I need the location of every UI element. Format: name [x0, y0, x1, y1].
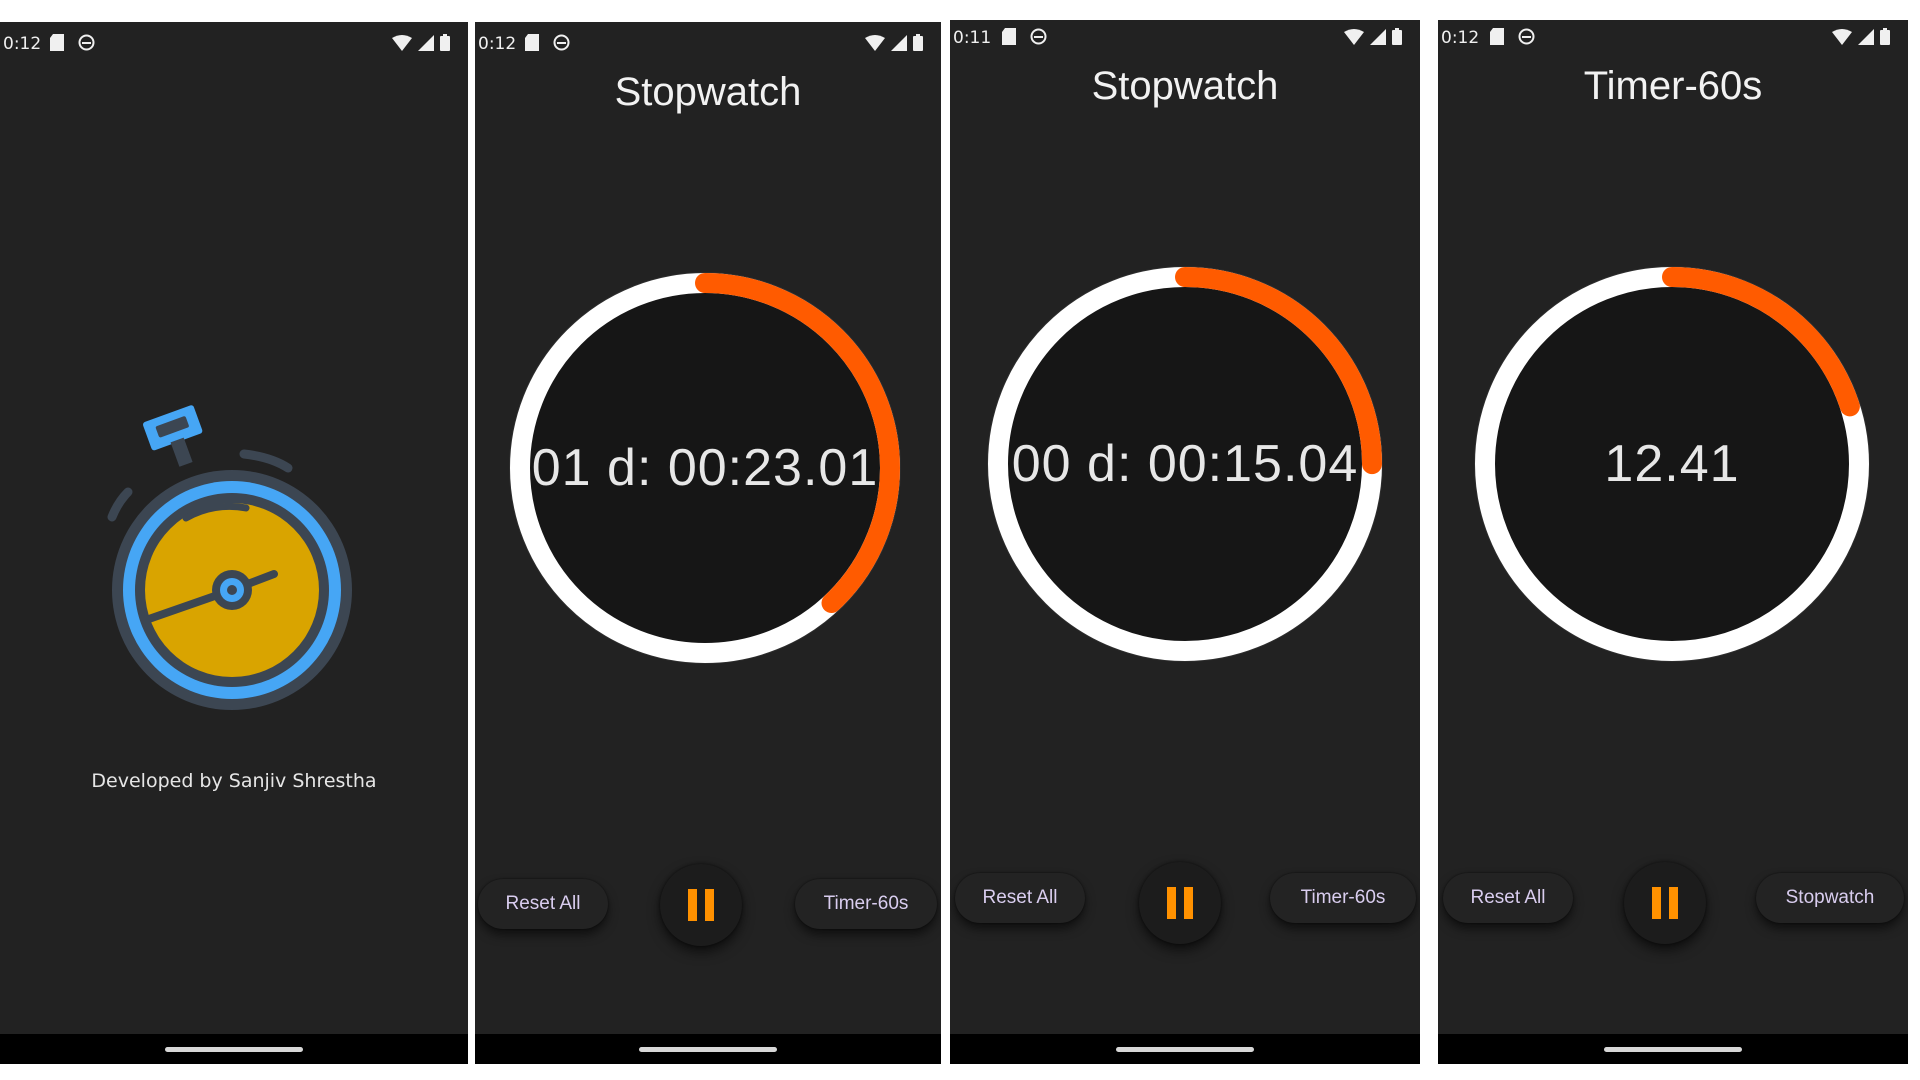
- signal-icon: [1370, 28, 1386, 45]
- app-notification-icon: [553, 34, 570, 51]
- status-bar: 0:12: [475, 22, 941, 62]
- time-dial: 00 d: 00:15.04: [983, 262, 1387, 666]
- pause-button[interactable]: [1624, 862, 1706, 944]
- signal-icon: [418, 34, 434, 51]
- pause-icon: [1652, 887, 1678, 919]
- status-bar: 0:12: [1438, 20, 1908, 60]
- sd-card-icon: [525, 34, 539, 51]
- time-dial: 01 d: 00:23.01: [505, 268, 905, 668]
- navigation-bar: [0, 1034, 468, 1064]
- timer-60s-button[interactable]: Timer-60s: [1270, 873, 1416, 923]
- battery-icon: [440, 34, 450, 51]
- battery-icon: [913, 34, 923, 51]
- status-time: 0:11: [953, 28, 992, 48]
- time-display: 12.41: [1604, 435, 1740, 493]
- app-notification-icon: [1030, 28, 1047, 45]
- home-indicator[interactable]: [639, 1047, 777, 1052]
- stopwatch-screen-2: 0:11 Stopwatch 00 d: 00:15.04 Reset All …: [950, 20, 1420, 1064]
- wifi-icon: [1832, 28, 1852, 45]
- status-time: 0:12: [1441, 28, 1480, 48]
- page-title: Stopwatch: [1091, 64, 1279, 108]
- battery-icon: [1392, 28, 1402, 45]
- home-indicator[interactable]: [1116, 1047, 1254, 1052]
- sd-card-icon: [1490, 28, 1504, 45]
- status-time: 0:12: [3, 34, 42, 54]
- timer-screen: 0:12 Timer-60s 12.41 Reset All Stopwatch: [1438, 20, 1908, 1064]
- sd-card-icon: [1002, 28, 1016, 45]
- time-display: 00 d: 00:15.04: [1011, 435, 1359, 493]
- reset-all-button[interactable]: Reset All: [478, 879, 608, 929]
- status-time: 0:12: [478, 34, 517, 54]
- pause-icon: [1167, 887, 1193, 919]
- wifi-icon: [392, 34, 412, 51]
- time-dial: 12.41: [1470, 262, 1874, 666]
- home-indicator[interactable]: [1604, 1047, 1742, 1052]
- time-display: 01 d: 00:23.01: [531, 439, 879, 497]
- wifi-icon: [865, 34, 885, 51]
- page-title: Stopwatch: [614, 70, 802, 114]
- navigation-bar: [1438, 1034, 1908, 1064]
- app-notification-icon: [78, 34, 95, 51]
- pause-button[interactable]: [660, 864, 742, 946]
- reset-all-button[interactable]: Reset All: [1443, 873, 1573, 923]
- stopwatch-screen-1: 0:12 Stopwatch 01 d: 00:23.01 Reset All …: [475, 22, 941, 1064]
- signal-icon: [1858, 28, 1874, 45]
- splash-screen: 0:12 Developed by Sanjiv Shrestha: [0, 22, 468, 1064]
- status-bar: 0:12: [0, 22, 468, 62]
- app-notification-icon: [1518, 28, 1535, 45]
- sd-card-icon: [50, 34, 64, 51]
- pause-button[interactable]: [1139, 862, 1221, 944]
- battery-icon: [1880, 28, 1890, 45]
- wifi-icon: [1344, 28, 1364, 45]
- stopwatch-logo-icon: [107, 405, 352, 710]
- page-title: Timer-60s: [1583, 64, 1763, 108]
- timer-60s-button[interactable]: Timer-60s: [795, 879, 937, 929]
- developer-credit: Developed by Sanjiv Shrestha: [91, 770, 377, 792]
- signal-icon: [891, 34, 907, 51]
- navigation-bar: [475, 1034, 941, 1064]
- status-bar: 0:11: [950, 20, 1420, 60]
- pause-icon: [688, 889, 714, 921]
- stopwatch-button[interactable]: Stopwatch: [1756, 873, 1904, 923]
- navigation-bar: [950, 1034, 1420, 1064]
- home-indicator[interactable]: [165, 1047, 303, 1052]
- reset-all-button[interactable]: Reset All: [955, 873, 1085, 923]
